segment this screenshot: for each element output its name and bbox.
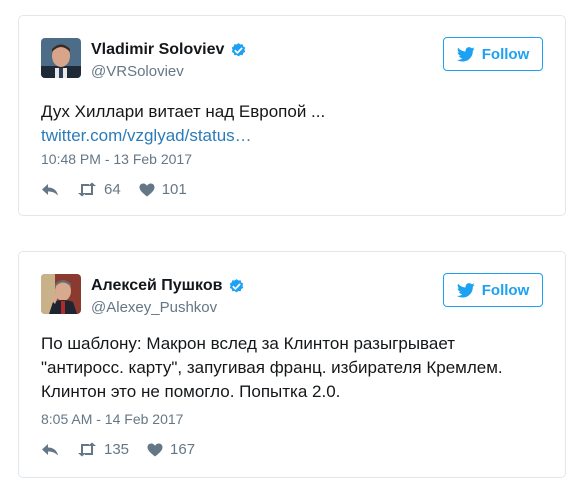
author-name[interactable]: Алексей Пушков [91, 277, 222, 295]
tweet-text-line: "антиросс. карту", запугивая франц. изби… [41, 358, 503, 377]
tweet-text-line: По шаблону: Макрон вслед за Клинтон разы… [41, 334, 456, 353]
avatar-image [41, 274, 81, 314]
tweet-actions: 135 167 [41, 441, 195, 458]
verified-badge-icon [230, 278, 244, 292]
tweet-card-2: Алексей Пушков @Alexey_Pushkov Follow По… [18, 251, 566, 478]
retweet-icon [78, 182, 96, 197]
reply-button[interactable] [41, 443, 59, 457]
avatar[interactable] [41, 274, 81, 314]
tweet-timestamp[interactable]: 10:48 PM - 13 Feb 2017 [41, 151, 192, 167]
reply-button[interactable] [41, 183, 59, 197]
twitter-bird-icon [456, 46, 475, 61]
tweet-text: По шаблону: Макрон вслед за Клинтон разы… [41, 332, 551, 404]
like-count: 101 [161, 181, 187, 198]
tweet-text-line: Клинтон это не помогло. Попытка 2.0. [41, 382, 341, 401]
retweet-icon [78, 442, 96, 457]
reply-icon [42, 443, 58, 455]
twitter-bird-icon [456, 282, 475, 297]
like-button[interactable]: 167 [147, 441, 195, 458]
retweet-button[interactable]: 135 [77, 441, 129, 458]
follow-label: Follow [481, 281, 530, 299]
author-handle[interactable]: @Alexey_Pushkov [91, 299, 217, 316]
follow-button[interactable]: Follow [443, 273, 543, 307]
tweet-actions: 64 101 [41, 181, 187, 198]
tweet-timestamp[interactable]: 8:05 AM - 14 Feb 2017 [41, 411, 183, 427]
like-button[interactable]: 101 [139, 181, 187, 198]
follow-button[interactable]: Follow [443, 37, 543, 71]
tweet-link[interactable]: twitter.com/vzglyad/status… [41, 126, 252, 145]
follow-label: Follow [481, 45, 530, 63]
avatar-image [41, 38, 81, 78]
retweet-count: 64 [104, 181, 121, 198]
tweet-card-1: Vladimir Soloviev @VRSoloviev Follow Дух… [18, 15, 566, 216]
verified-badge-icon [232, 42, 246, 56]
like-count: 167 [170, 441, 196, 458]
author-name[interactable]: Vladimir Soloviev [91, 41, 224, 59]
heart-icon [147, 443, 163, 456]
heart-icon [139, 183, 155, 196]
author-handle[interactable]: @VRSoloviev [91, 63, 184, 80]
tweet-text: Дух Хиллари витает над Европой ... twitt… [41, 100, 551, 148]
avatar[interactable] [41, 38, 81, 78]
tweet-text-line: Дух Хиллари витает над Европой ... [41, 102, 326, 121]
retweet-count: 135 [104, 441, 130, 458]
reply-icon [42, 183, 58, 195]
author-name-line[interactable]: Vladimir Soloviev [91, 41, 247, 59]
retweet-button[interactable]: 64 [77, 181, 121, 198]
author-name-line[interactable]: Алексей Пушков [91, 277, 245, 295]
